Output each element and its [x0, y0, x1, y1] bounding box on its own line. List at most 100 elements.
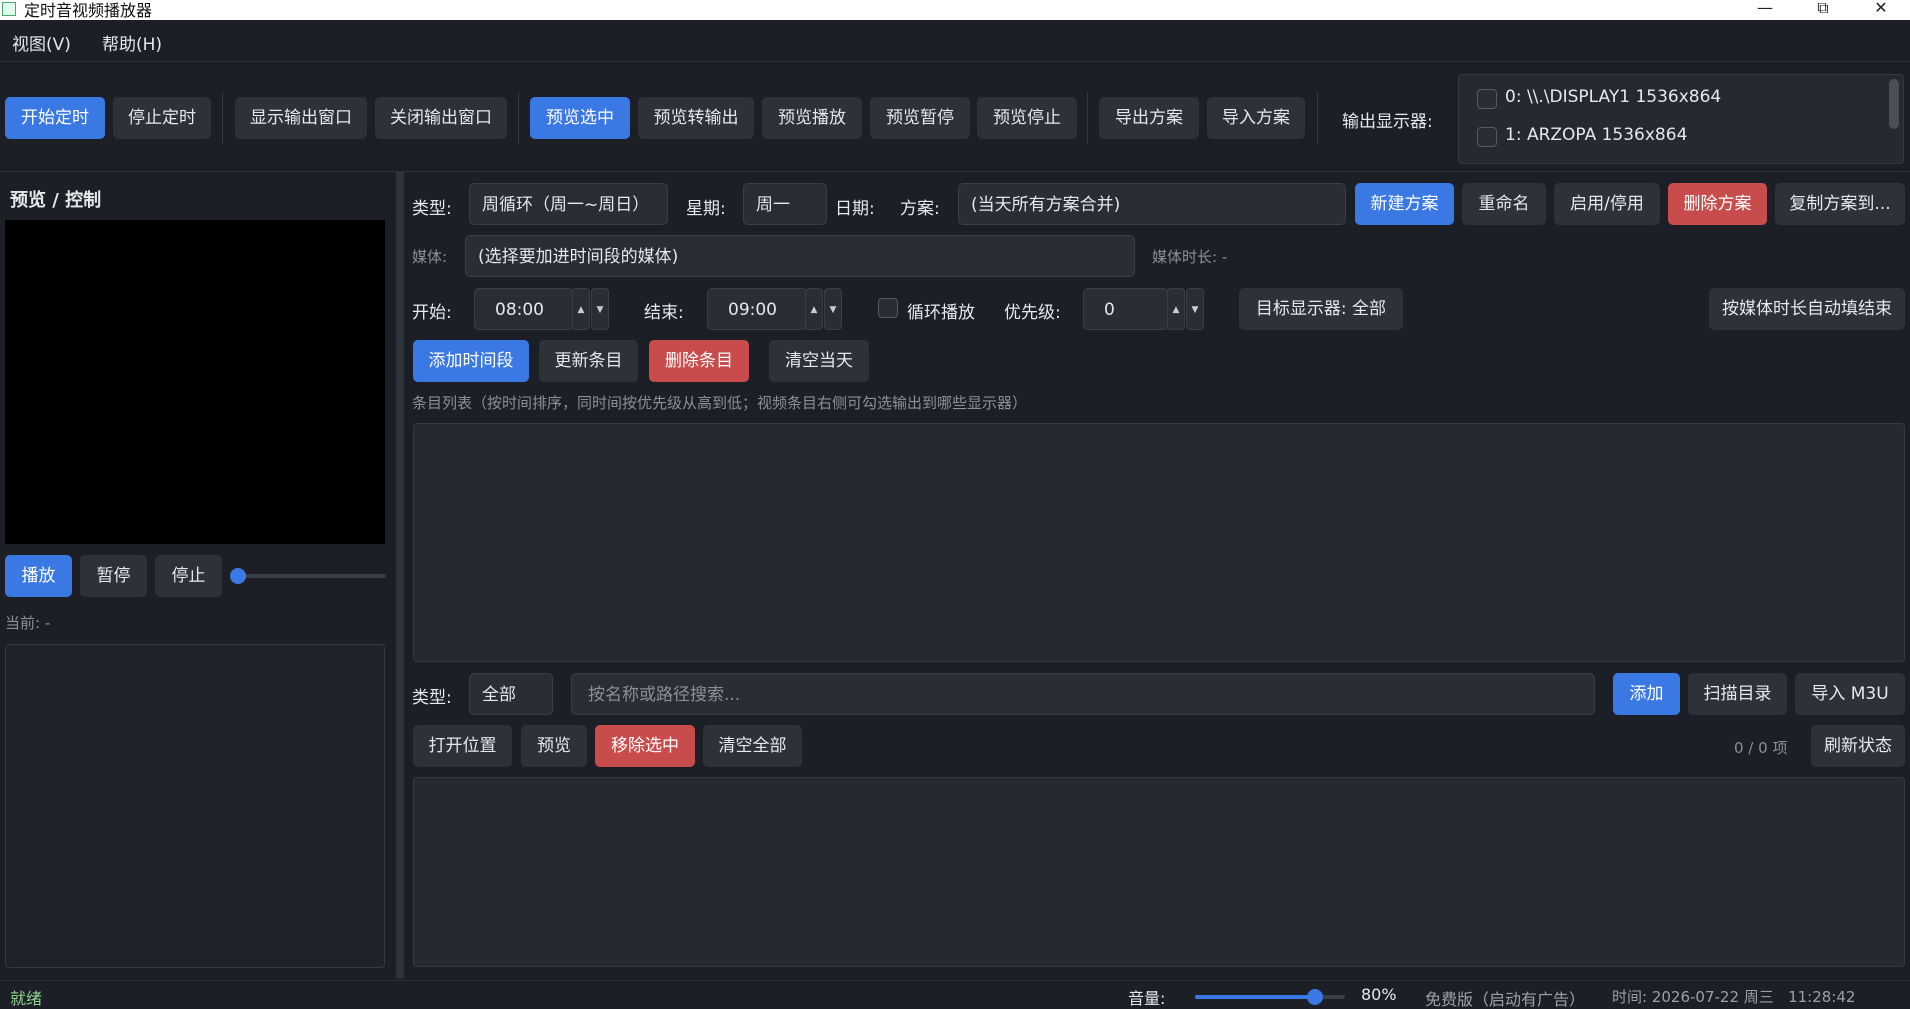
schedule-type-select[interactable]: 周循环（周一~周日） [469, 183, 668, 225]
start-time-input[interactable]: 08:00 [474, 288, 574, 330]
clear-day-button[interactable]: 清空当天 [769, 340, 869, 382]
loop-checkbox[interactable] [878, 298, 898, 318]
enable-disable-plan-button[interactable]: 启用/停用 [1554, 183, 1660, 225]
preview-pause-button[interactable]: 预览暂停 [870, 97, 970, 139]
info-panel [5, 644, 385, 968]
display-checkbox[interactable] [1477, 89, 1497, 109]
output-display-label: 输出显示器: [1342, 112, 1433, 132]
plan-label: 方案: [900, 199, 940, 219]
scan-directory-button[interactable]: 扫描目录 [1688, 673, 1787, 715]
start-timer-button[interactable]: 开始定时 [5, 97, 105, 139]
loop-label: 循环播放 [907, 303, 975, 323]
volume-value: 80% [1361, 985, 1397, 1004]
display-item-label: 1: ARZOPA 1536x864 [1505, 125, 1688, 145]
end-label: 结束: [644, 303, 684, 323]
stop-button[interactable]: 停止 [155, 555, 222, 597]
toolbar-divider [222, 92, 223, 144]
delete-item-button[interactable]: 删除条目 [649, 340, 749, 382]
target-display-button[interactable]: 目标显示器: 全部 [1239, 288, 1403, 330]
clear-all-button[interactable]: 清空全部 [703, 725, 802, 767]
preview-control-panel: 预览 / 控制 播放 暂停 停止 当前: - [0, 172, 398, 978]
volume-slider-fill [1195, 995, 1315, 999]
rename-plan-button[interactable]: 重命名 [1462, 183, 1546, 225]
status-ready: 就绪 [10, 989, 43, 1008]
menu-view[interactable]: 视图(V) [12, 30, 71, 55]
import-plan-button[interactable]: 导入方案 [1207, 97, 1305, 139]
import-m3u-button[interactable]: 导入 M3U [1795, 673, 1905, 715]
toolbar-divider [1087, 92, 1088, 144]
open-location-button[interactable]: 打开位置 [413, 725, 512, 767]
clock-label: 时间: 2026-07-22 周三 11:28:42 [1612, 988, 1856, 1006]
start-time-up-icon[interactable]: ▲ [572, 288, 590, 330]
remove-selected-button[interactable]: 移除选中 [595, 725, 695, 767]
display-checkbox[interactable] [1477, 127, 1497, 147]
preview-selected-button[interactable]: 预览选中 [530, 97, 630, 139]
volume-slider-handle[interactable] [1307, 989, 1323, 1005]
stop-timer-button[interactable]: 停止定时 [113, 97, 211, 139]
weekday-label: 星期: [686, 199, 726, 219]
preview-stop-button[interactable]: 预览停止 [977, 97, 1077, 139]
video-preview[interactable] [5, 220, 385, 544]
edition-label: 免费版（启动有广告） [1425, 990, 1586, 1009]
item-list-hint: 条目列表（按时间排序，同时间按优先级从高到低；视频条目右侧可勾选输出到哪些显示器… [412, 394, 1028, 412]
library-search-input[interactable]: 按名称或路径搜索... [571, 673, 1595, 715]
seek-slider[interactable] [236, 574, 386, 578]
media-select[interactable]: (选择要加进时间段的媒体) [465, 235, 1135, 277]
end-time-input[interactable]: 09:00 [707, 288, 807, 330]
toolbar-divider [1317, 92, 1318, 144]
library-type-label: 类型: [412, 688, 452, 708]
preview-media-button[interactable]: 预览 [521, 725, 587, 767]
auto-fill-end-button[interactable]: 按媒体时长自动填结束 [1709, 288, 1905, 330]
preview-play-button[interactable]: 预览播放 [762, 97, 862, 139]
current-media-label: 当前: - [5, 614, 51, 632]
preview-to-output-button[interactable]: 预览转输出 [638, 97, 754, 139]
toolbar-divider [518, 92, 519, 144]
media-label: 媒体: [412, 248, 448, 266]
library-type-select[interactable]: 全部 [469, 673, 553, 715]
start-label: 开始: [412, 303, 452, 323]
type-label: 类型: [412, 199, 452, 219]
panel-title: 预览 / 控制 [10, 190, 102, 211]
panel-splitter[interactable] [396, 172, 404, 978]
export-plan-button[interactable]: 导出方案 [1099, 97, 1199, 139]
library-count: 0 / 0 项 [1734, 739, 1788, 757]
title-bar: 定时音视频播放器 — ⧉ ✕ [0, 0, 1910, 20]
priority-input[interactable]: 0 [1083, 288, 1169, 330]
priority-label: 优先级: [1004, 303, 1061, 323]
add-media-button[interactable]: 添加 [1613, 673, 1680, 715]
end-time-up-icon[interactable]: ▲ [805, 288, 823, 330]
close-icon[interactable]: ✕ [1866, 0, 1896, 18]
play-button[interactable]: 播放 [5, 555, 72, 597]
date-label: 日期: [835, 199, 875, 219]
app-icon [2, 2, 16, 16]
refresh-status-button[interactable]: 刷新状态 [1811, 725, 1905, 767]
update-item-button[interactable]: 更新条目 [539, 340, 638, 382]
maximize-icon[interactable]: ⧉ [1808, 0, 1838, 18]
weekday-select[interactable]: 周一 [743, 183, 827, 225]
start-time-down-icon[interactable]: ▼ [591, 288, 609, 330]
show-output-button[interactable]: 显示输出窗口 [235, 97, 367, 139]
new-plan-button[interactable]: 新建方案 [1355, 183, 1454, 225]
window-title: 定时音视频播放器 [24, 1, 153, 20]
minimize-icon[interactable]: — [1750, 0, 1780, 18]
toolbar: 开始定时 停止定时 显示输出窗口 关闭输出窗口 预览选中 预览转输出 预览播放 … [0, 62, 1910, 172]
pause-button[interactable]: 暂停 [80, 555, 147, 597]
priority-down-icon[interactable]: ▼ [1186, 288, 1204, 330]
end-time-down-icon[interactable]: ▼ [824, 288, 842, 330]
add-segment-button[interactable]: 添加时间段 [413, 340, 529, 382]
volume-label: 音量: [1128, 989, 1166, 1008]
plan-select[interactable]: (当天所有方案合并) [958, 183, 1346, 225]
delete-plan-button[interactable]: 删除方案 [1668, 183, 1767, 225]
close-output-button[interactable]: 关闭输出窗口 [375, 97, 507, 139]
status-bar: 就绪 音量: 80% 免费版（启动有广告） 时间: 2026-07-22 周三 … [0, 980, 1910, 1009]
seek-slider-handle[interactable] [230, 568, 246, 584]
display-list-scrollbar[interactable] [1889, 79, 1899, 129]
schedule-item-list[interactable] [413, 423, 1905, 662]
menu-bar: 视图(V) 帮助(H) [0, 20, 1910, 62]
media-library-list[interactable] [413, 777, 1905, 967]
priority-up-icon[interactable]: ▲ [1167, 288, 1185, 330]
menu-help[interactable]: 帮助(H) [102, 30, 162, 55]
media-duration-label: 媒体时长: - [1152, 248, 1228, 266]
display-item-label: 0: \\.\DISPLAY1 1536x864 [1505, 87, 1722, 107]
copy-plan-button[interactable]: 复制方案到... [1775, 183, 1905, 225]
